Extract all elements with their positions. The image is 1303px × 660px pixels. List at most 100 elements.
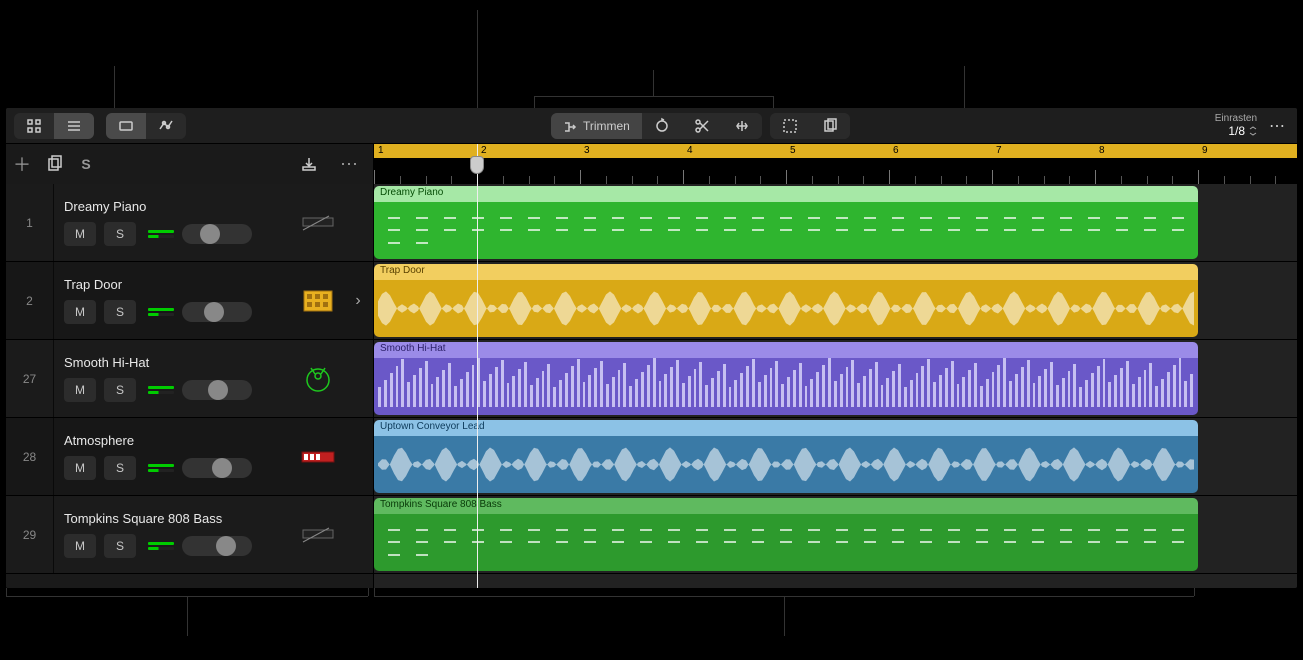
- mute-button[interactable]: M: [64, 534, 96, 558]
- marquee-button[interactable]: [770, 113, 810, 139]
- track-header[interactable]: 29Tompkins Square 808 BassMS: [6, 496, 373, 574]
- solo-button[interactable]: S: [104, 534, 136, 558]
- playhead[interactable]: [477, 144, 478, 184]
- trim-icon: [563, 119, 577, 133]
- trim-tool-label: Trimmen: [583, 119, 630, 133]
- track-header[interactable]: 2Trap DoorMS›: [6, 262, 373, 340]
- solo-button[interactable]: S: [104, 378, 136, 402]
- region-body: [374, 280, 1198, 337]
- region-body: [374, 514, 1198, 571]
- loop-icon: [653, 117, 671, 135]
- updown-icon: [1249, 126, 1257, 136]
- instrument-icon[interactable]: [293, 418, 343, 495]
- region-view-button[interactable]: [106, 113, 146, 139]
- add-track-button[interactable]: ＋: [6, 148, 38, 180]
- instrument-icon[interactable]: [293, 184, 343, 261]
- expand-track-button[interactable]: [343, 184, 373, 261]
- track-lane[interactable]: Smooth Hi-Hat: [374, 340, 1297, 418]
- region-icon: [117, 117, 135, 135]
- region[interactable]: Uptown Conveyor Lead: [374, 420, 1198, 493]
- global-solo-button[interactable]: S: [70, 148, 102, 180]
- playhead-line[interactable]: [477, 184, 478, 588]
- automation-view-button[interactable]: [146, 113, 186, 139]
- tracks-view-button[interactable]: [54, 113, 94, 139]
- expand-track-button[interactable]: [343, 340, 373, 417]
- ruler[interactable]: 123456789: [374, 144, 1297, 184]
- bar-number: 3: [584, 145, 590, 156]
- split-tool-button[interactable]: [682, 113, 722, 139]
- snap-indicator[interactable]: Einrasten 1/8: [1215, 113, 1257, 138]
- solo-button[interactable]: S: [104, 300, 136, 324]
- trim-tool-button[interactable]: Trimmen: [551, 113, 642, 139]
- region[interactable]: Smooth Hi-Hat: [374, 342, 1198, 415]
- instrument-icon[interactable]: [293, 340, 343, 417]
- copy-button[interactable]: [810, 113, 850, 139]
- track-lane[interactable]: Dreamy Piano: [374, 184, 1297, 262]
- volume-slider[interactable]: [182, 458, 252, 478]
- grid-view-button[interactable]: [14, 113, 54, 139]
- volume-slider[interactable]: [182, 302, 252, 322]
- region-body: [374, 436, 1198, 493]
- volume-slider[interactable]: [182, 536, 252, 556]
- instrument-icon[interactable]: [293, 262, 343, 339]
- snap-label: Einrasten: [1215, 113, 1257, 124]
- track-header[interactable]: 1Dreamy PianoMS: [6, 184, 373, 262]
- region-body: [374, 358, 1198, 415]
- region-label: Dreamy Piano: [374, 186, 1198, 202]
- daw-window: Trimmen Einrasten 1/8: [6, 108, 1297, 588]
- loop-tool-button[interactable]: [642, 113, 682, 139]
- move-region-icon: [733, 117, 751, 135]
- duplicate-icon: [45, 155, 63, 173]
- move-tool-button[interactable]: [722, 113, 762, 139]
- volume-slider[interactable]: [182, 380, 252, 400]
- toolbar: Trimmen Einrasten 1/8: [6, 108, 1297, 144]
- duplicate-track-button[interactable]: [38, 148, 70, 180]
- level-meter: [148, 308, 174, 316]
- track-lane[interactable]: Uptown Conveyor Lead: [374, 418, 1297, 496]
- track-number: 27: [6, 340, 54, 417]
- solo-button[interactable]: S: [104, 222, 136, 246]
- region-label: Smooth Hi-Hat: [374, 342, 1198, 358]
- expand-track-button[interactable]: [343, 418, 373, 495]
- region[interactable]: Dreamy Piano: [374, 186, 1198, 259]
- track-list: 1Dreamy PianoMS2Trap DoorMS›27Smooth Hi-…: [6, 184, 374, 588]
- import-button[interactable]: [293, 148, 325, 180]
- marquee-icon: [781, 117, 799, 135]
- mute-button[interactable]: M: [64, 300, 96, 324]
- track-header[interactable]: 28 Atmosphere MS: [6, 418, 373, 496]
- expand-track-button[interactable]: ›: [343, 262, 373, 339]
- ruler-ticks: [374, 158, 1297, 184]
- clipboard-segment: [770, 113, 850, 139]
- track-name: Atmosphere: [64, 433, 293, 448]
- expand-track-button[interactable]: [343, 496, 373, 573]
- mute-button[interactable]: M: [64, 456, 96, 480]
- mute-button[interactable]: M: [64, 222, 96, 246]
- bar-number: 7: [996, 145, 1002, 156]
- content-area: 1Dreamy PianoMS2Trap DoorMS›27Smooth Hi-…: [6, 184, 1297, 588]
- playhead-handle[interactable]: [470, 156, 484, 174]
- track-lane[interactable]: Trap Door: [374, 262, 1297, 340]
- region[interactable]: Tompkins Square 808 Bass: [374, 498, 1198, 571]
- download-icon: [300, 155, 318, 173]
- track-number: 28: [6, 418, 54, 495]
- track-name: Smooth Hi-Hat: [64, 355, 293, 370]
- track-lane[interactable]: Tompkins Square 808 Bass: [374, 496, 1297, 574]
- track-name: Dreamy Piano: [64, 199, 293, 214]
- copy-icon: [821, 117, 839, 135]
- track-options-button[interactable]: ⋯: [333, 148, 365, 180]
- mute-button[interactable]: M: [64, 378, 96, 402]
- bar-number: 9: [1202, 145, 1208, 156]
- automation-icon: [157, 117, 175, 135]
- region[interactable]: Trap Door: [374, 264, 1198, 337]
- volume-slider[interactable]: [182, 224, 252, 244]
- instrument-icon[interactable]: [293, 496, 343, 573]
- solo-button[interactable]: S: [104, 456, 136, 480]
- track-header[interactable]: 27 Smooth Hi-Hat MS: [6, 340, 373, 418]
- more-menu-button[interactable]: ⋯: [1265, 116, 1289, 136]
- bar-number: 1: [378, 145, 384, 156]
- arrange-area[interactable]: Dreamy Piano Trap Door Smooth Hi-Hat Uptown…: [374, 184, 1297, 588]
- track-header-row: ＋ S ⋯ 123456789: [6, 144, 1297, 184]
- region-label: Uptown Conveyor Lead: [374, 420, 1198, 436]
- level-meter: [148, 464, 174, 472]
- region-label: Tompkins Square 808 Bass: [374, 498, 1198, 514]
